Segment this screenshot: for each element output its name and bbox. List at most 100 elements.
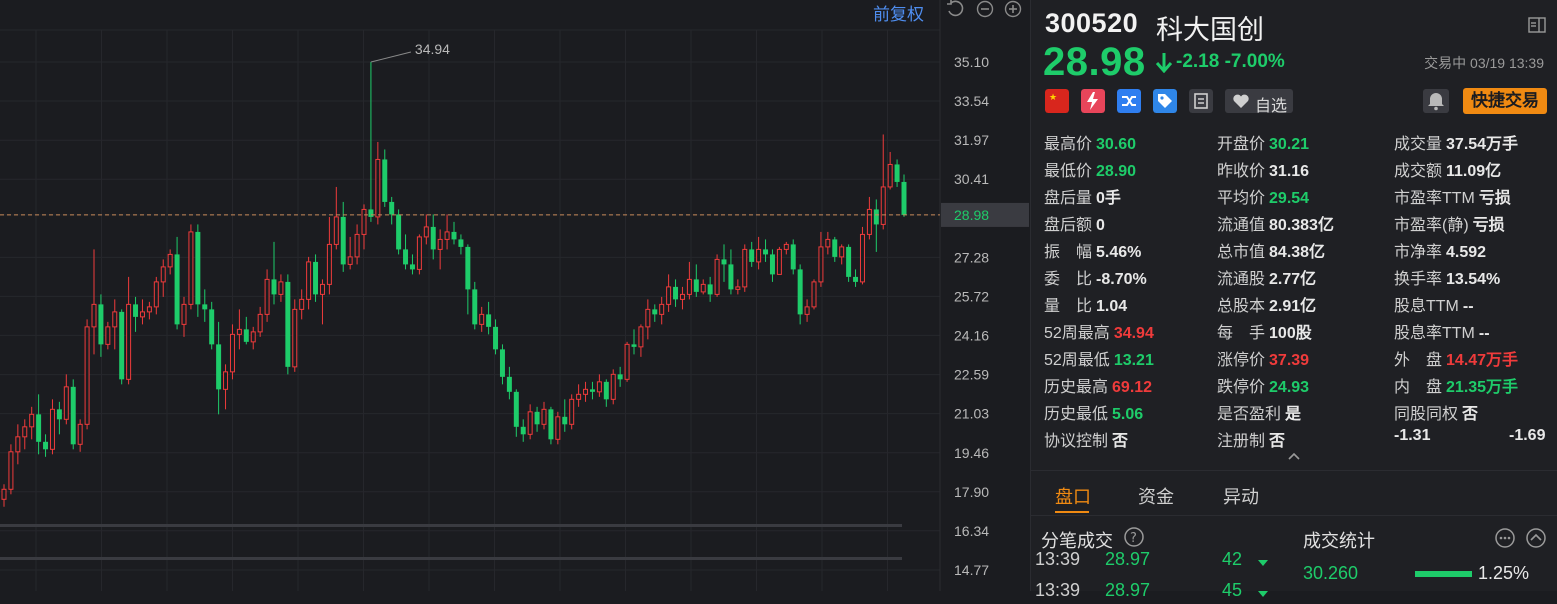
stat-item: -1.31 -1.69 (1394, 427, 1545, 451)
stat-item: 涨停价 37.39 (1217, 346, 1309, 370)
stat-value: -1.31 (1394, 427, 1431, 444)
svg-text:★: ★ (1049, 93, 1057, 103)
candle-body (43, 441, 49, 450)
zoom-out-icon[interactable] (976, 0, 994, 18)
note-icon[interactable] (1189, 89, 1213, 113)
undo-icon[interactable] (946, 0, 964, 18)
y-tick-label: 27.28 (954, 249, 989, 265)
candle-body (887, 163, 893, 188)
candle-body (285, 281, 291, 367)
candle-body (472, 289, 478, 325)
stat-value: -8.70% (1096, 271, 1147, 288)
stat-item: 流通股 2.77亿 (1217, 265, 1316, 289)
y-tick-label: 17.90 (954, 484, 989, 500)
candle-body (243, 329, 249, 342)
stat-value: 37.39 (1269, 352, 1310, 369)
candle-body (901, 181, 907, 215)
candle-body (209, 309, 215, 345)
stat-item: 换手率 13.54% (1394, 265, 1500, 289)
stat-item: 盘后额 0 (1044, 211, 1105, 235)
candle-body (859, 233, 865, 283)
stat-item: 历史最高 69.12 (1044, 373, 1152, 397)
add-watchlist-button[interactable]: 自选 (1225, 89, 1293, 115)
candle-body (389, 201, 395, 215)
trade-volume: 42 (1222, 549, 1243, 569)
candle-body (437, 238, 443, 250)
stat-value: 24.93 (1269, 379, 1310, 396)
stat-item: 昨收价 31.16 (1217, 157, 1309, 181)
tag-icon[interactable] (1153, 89, 1177, 113)
stat-item: 52周最高 34.94 (1044, 319, 1154, 343)
quick-trade-button[interactable]: 快捷交易 (1463, 88, 1547, 114)
connect-icon[interactable] (1117, 89, 1141, 113)
stat-item: 开盘价 30.21 (1217, 130, 1309, 154)
stat-label: 成交量 (1394, 136, 1443, 153)
stock-code: 300520 (1045, 8, 1139, 38)
candle-body (721, 259, 727, 265)
candle-body (735, 286, 741, 290)
deal-stat-price: 30.260 (1303, 563, 1359, 583)
chevron-up-icon[interactable] (1287, 451, 1301, 461)
candle-body (465, 246, 471, 290)
stat-item: 最低价 28.90 (1044, 157, 1136, 181)
candle-body (839, 246, 845, 258)
zoom-in-icon[interactable] (1004, 0, 1022, 18)
candle-body (347, 256, 353, 265)
stat-label: 是否盈利 (1217, 406, 1282, 423)
candle-body (306, 261, 312, 300)
stat-item: 内 盘 21.35万手 (1394, 373, 1518, 397)
stat-item: 成交量 37.54万手 (1394, 130, 1518, 154)
candle-body (105, 326, 111, 345)
candle-body (783, 243, 789, 250)
candle-body (112, 311, 118, 328)
candle-body (652, 309, 658, 315)
stat-label: 注册制 (1217, 433, 1266, 450)
stat-item: 注册制否 (1217, 427, 1285, 451)
candle-body (326, 243, 332, 285)
candle-body (527, 411, 533, 435)
stat-label: 股息TTM (1394, 298, 1459, 315)
stat-label: 盘后量 (1044, 190, 1093, 207)
margin-trading-icon[interactable] (1081, 89, 1105, 113)
stat-label: 流通值 (1217, 217, 1266, 234)
help-icon[interactable]: ? (1123, 526, 1145, 548)
active-tab-indicator (1055, 511, 1089, 513)
candle-body (756, 248, 762, 263)
y-tick-label: 14.77 (954, 562, 989, 578)
heart-icon (1233, 94, 1249, 108)
stock-name: 科大国创 (1156, 15, 1264, 45)
candle-body (576, 393, 582, 400)
stat-label: 平均价 (1217, 190, 1266, 207)
collapse-icon[interactable] (1525, 527, 1547, 549)
stat-item: 市盈率TTM 亏损 (1394, 184, 1511, 208)
more-options-icon[interactable] (1494, 527, 1516, 549)
tab-anomaly[interactable]: 异动 (1223, 483, 1259, 509)
stat-value: 80.383亿 (1269, 217, 1334, 234)
china-flag-icon[interactable]: ★ (1045, 89, 1069, 113)
y-tick-label: 33.54 (954, 93, 989, 109)
adjust-mode-button[interactable]: 前复权 (873, 0, 924, 25)
y-tick-label: 24.16 (954, 327, 989, 343)
stat-value: 13.54% (1446, 271, 1501, 288)
stat-value: 否 (1269, 433, 1286, 450)
candle-body (866, 208, 872, 235)
candle-body (195, 231, 201, 305)
stat-item: 历史最低 5.06 (1044, 400, 1143, 424)
stat-label: 历史最低 (1044, 406, 1109, 423)
candle-body (361, 208, 367, 235)
sidebar-toggle-icon[interactable] (1528, 16, 1546, 34)
stat-value: 亏损 (1478, 190, 1511, 207)
tab-pankou[interactable]: 盘口 (1055, 483, 1091, 509)
candle-body (153, 281, 159, 308)
tab-funds[interactable]: 资金 (1138, 483, 1174, 509)
alert-bell-icon[interactable] (1423, 89, 1449, 113)
candle-body (299, 298, 305, 310)
stat-label: 昨收价 (1217, 163, 1266, 180)
kline-chart-panel[interactable]: 35.10 33.54 31.97 30.41 27.28 25.72 24.16 22.59… (0, 0, 1030, 591)
kline-chart[interactable]: 35.10 33.54 31.97 30.41 27.28 25.72 24.16 22.59… (0, 0, 1030, 591)
candle-body (790, 244, 796, 270)
candle-body (555, 416, 561, 440)
stat-label: 总股本 (1217, 298, 1266, 315)
stat-value: -- (1462, 298, 1474, 315)
stat-label: 52周最高 (1044, 325, 1110, 342)
